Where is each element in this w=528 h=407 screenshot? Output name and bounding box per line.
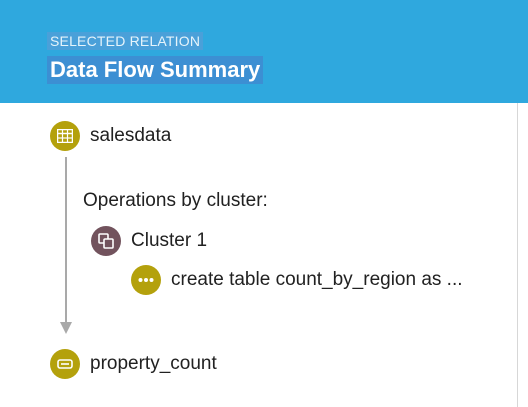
flow-arrow-icon xyxy=(60,322,72,334)
target-label: property_count xyxy=(90,353,217,374)
source-label: salesdata xyxy=(90,125,172,146)
target-node[interactable]: property_count xyxy=(50,349,217,379)
cluster-label: Cluster 1 xyxy=(131,230,208,251)
operations-heading: Operations by cluster: xyxy=(83,190,268,212)
operation-label: create table count_by_region as ... xyxy=(171,269,463,290)
header-subtitle: SELECTED RELATION xyxy=(47,32,204,50)
page-title: Data Flow Summary xyxy=(47,56,264,84)
operation-node[interactable]: create table count_by_region as ... xyxy=(131,265,463,295)
operations-label: Operations by cluster: xyxy=(83,190,268,211)
table-icon xyxy=(50,121,80,151)
panel-divider xyxy=(517,103,518,407)
more-dots-icon xyxy=(131,265,161,295)
cluster-node[interactable]: Cluster 1 xyxy=(91,226,207,256)
relation-icon xyxy=(50,349,80,379)
cluster-icon xyxy=(91,226,121,256)
flow-line xyxy=(65,157,67,325)
source-node[interactable]: salesdata xyxy=(50,121,171,151)
header-bar: SELECTED RELATION Data Flow Summary xyxy=(0,0,528,103)
